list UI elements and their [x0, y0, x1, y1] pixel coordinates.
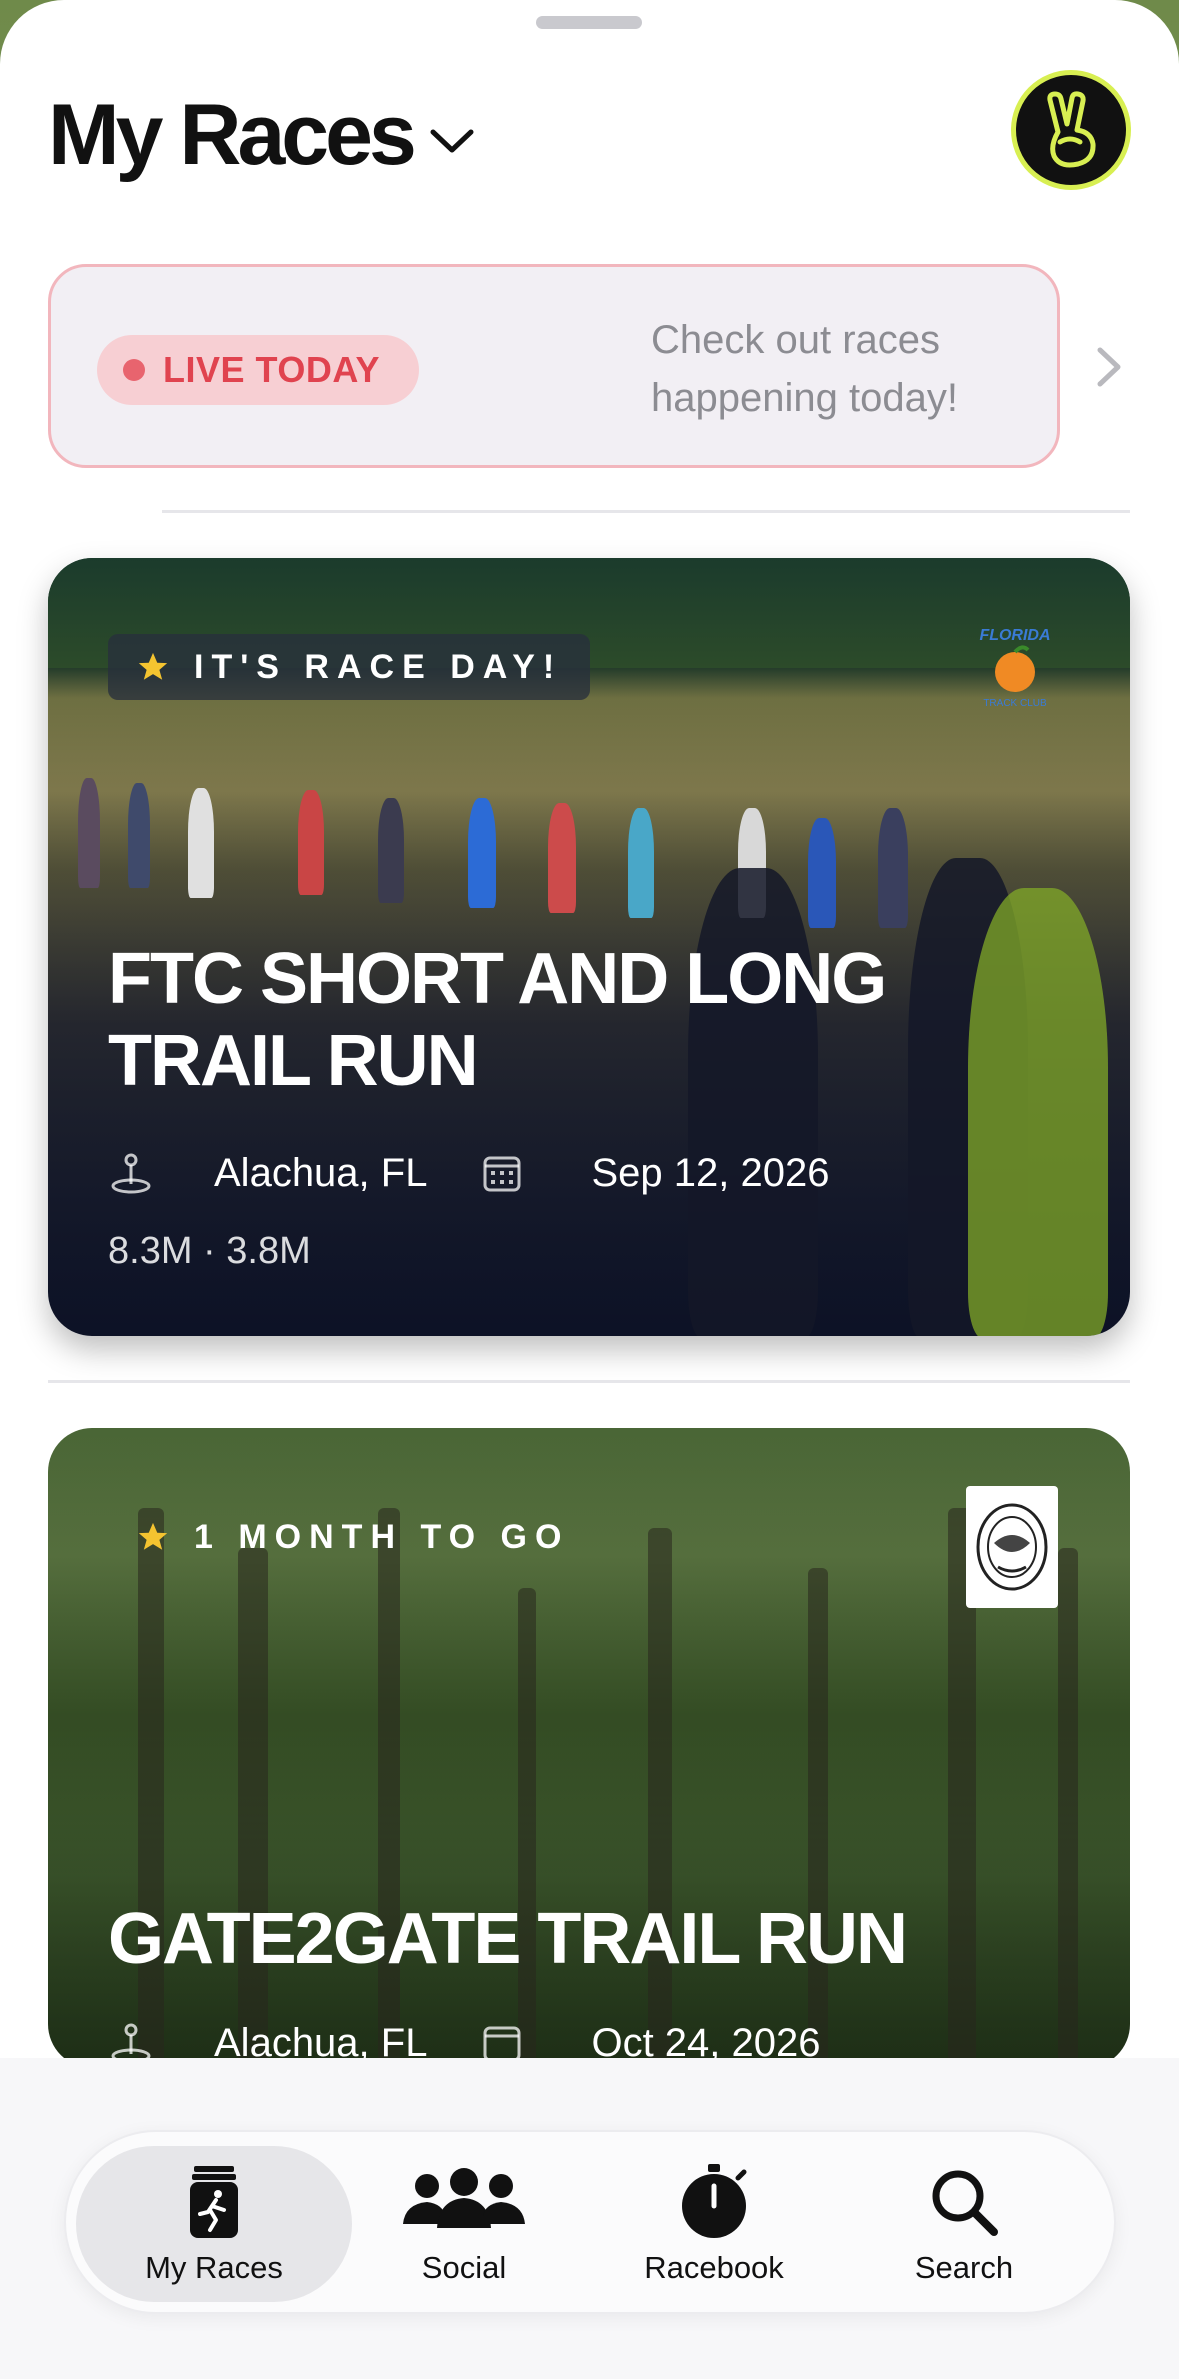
tab-social[interactable]: Social [326, 2146, 602, 2302]
seal-icon [976, 1503, 1048, 1591]
race-card-ftc[interactable]: IT'S RACE DAY! FLORIDA TRACK CLUB FTC SH… [48, 558, 1130, 1336]
tab-my-races[interactable]: My Races [76, 2146, 352, 2302]
runner-silhouette [468, 798, 496, 908]
tree-trunk [1058, 1548, 1078, 2068]
runner-silhouette [378, 798, 404, 903]
race-title: FTC SHORT AND LONG TRAIL RUN [108, 938, 887, 1102]
tree-trunk [648, 1528, 672, 2068]
divider [48, 1380, 1130, 1383]
live-today-banner[interactable]: LIVE TODAY Check out races happening tod… [48, 264, 1060, 468]
app-screen: My Races LIVE TODAY Check out races happ… [0, 0, 1179, 2379]
runner-silhouette [298, 790, 324, 895]
runner-silhouette [808, 818, 836, 928]
race-day-label: IT'S RACE DAY! [194, 647, 563, 686]
tree-trunk [138, 1508, 164, 2068]
florida-orange-logo-icon: FLORIDA TRACK CLUB [979, 627, 1050, 709]
people-group-icon [403, 2168, 525, 2228]
tree-trunk [518, 1588, 536, 2068]
tree-trunk [808, 1568, 828, 2068]
races-sheet: My Races LIVE TODAY Check out races happ… [0, 0, 1179, 2379]
star-icon [138, 652, 168, 680]
header: My Races [48, 70, 1131, 208]
sheet-grabber[interactable] [536, 16, 642, 29]
runner-silhouette [548, 803, 576, 913]
tab-label: My Races [145, 2250, 283, 2285]
live-today-description: Check out races happening today! [651, 318, 958, 420]
tab-label: Social [421, 2250, 507, 2285]
svg-text:TRACK CLUB: TRACK CLUB [983, 698, 1047, 709]
runner-silhouette [188, 788, 214, 898]
runner-bib-icon [190, 2166, 238, 2238]
runner-silhouette [628, 808, 654, 918]
runner-silhouette [878, 808, 908, 928]
tab-bar: My Races Social Racebook Search [64, 2130, 1116, 2314]
svg-text:FLORIDA: FLORIDA [979, 627, 1050, 644]
runner-silhouette [78, 778, 100, 888]
race-day-badge: IT'S RACE DAY! [108, 634, 591, 700]
chevron-right-icon[interactable] [1090, 344, 1126, 390]
race-card-gate2gate[interactable]: 1 MONTH TO GO GATE2GATE TRAIL RUN Alachu… [48, 1428, 1130, 2068]
search-icon [932, 2170, 998, 2236]
chevron-down-icon [430, 129, 474, 152]
map-pin-icon [111, 1153, 151, 1194]
runner-silhouette [968, 888, 1108, 1336]
stopwatch-icon [682, 2164, 747, 2238]
page-title: My Races [48, 87, 417, 183]
runner-silhouette [128, 783, 150, 888]
avatar[interactable] [1011, 70, 1131, 190]
tab-label: Search [914, 2250, 1014, 2285]
race-date: Sep 12, 2026 [591, 1150, 830, 1195]
countdown-label: 1 MONTH TO GO [194, 1517, 570, 1556]
tab-label: Racebook [644, 2250, 784, 2285]
race-meta: Alachua, FL Sep 12, 2026 [108, 1150, 829, 1196]
race-title: GATE2GATE TRAIL RUN [108, 1899, 908, 1979]
race-title-line: FTC SHORT AND LONG [108, 939, 887, 1019]
race-distances: 8.3M · 3.8M [108, 1230, 311, 1272]
countdown-badge: 1 MONTH TO GO [108, 1504, 597, 1570]
tab-search[interactable]: Search [826, 2146, 1102, 2302]
live-today-label: LIVE TODAY [163, 349, 381, 390]
race-title-line: TRAIL RUN [108, 1021, 479, 1101]
live-today-pill: LIVE TODAY [97, 335, 419, 405]
live-dot-icon [123, 359, 145, 381]
tree-trunk [378, 1508, 400, 2068]
race-seal-logo-icon [966, 1486, 1058, 1608]
race-location: Alachua, FL [214, 1150, 428, 1195]
race-list-selector[interactable]: My Races [48, 86, 477, 185]
calendar-icon [483, 1156, 521, 1192]
peace-hand-icon [1047, 91, 1096, 168]
tree-trunk [238, 1548, 268, 2068]
divider [162, 510, 1130, 513]
star-icon [138, 1522, 168, 1550]
tab-racebook[interactable]: Racebook [576, 2146, 852, 2302]
